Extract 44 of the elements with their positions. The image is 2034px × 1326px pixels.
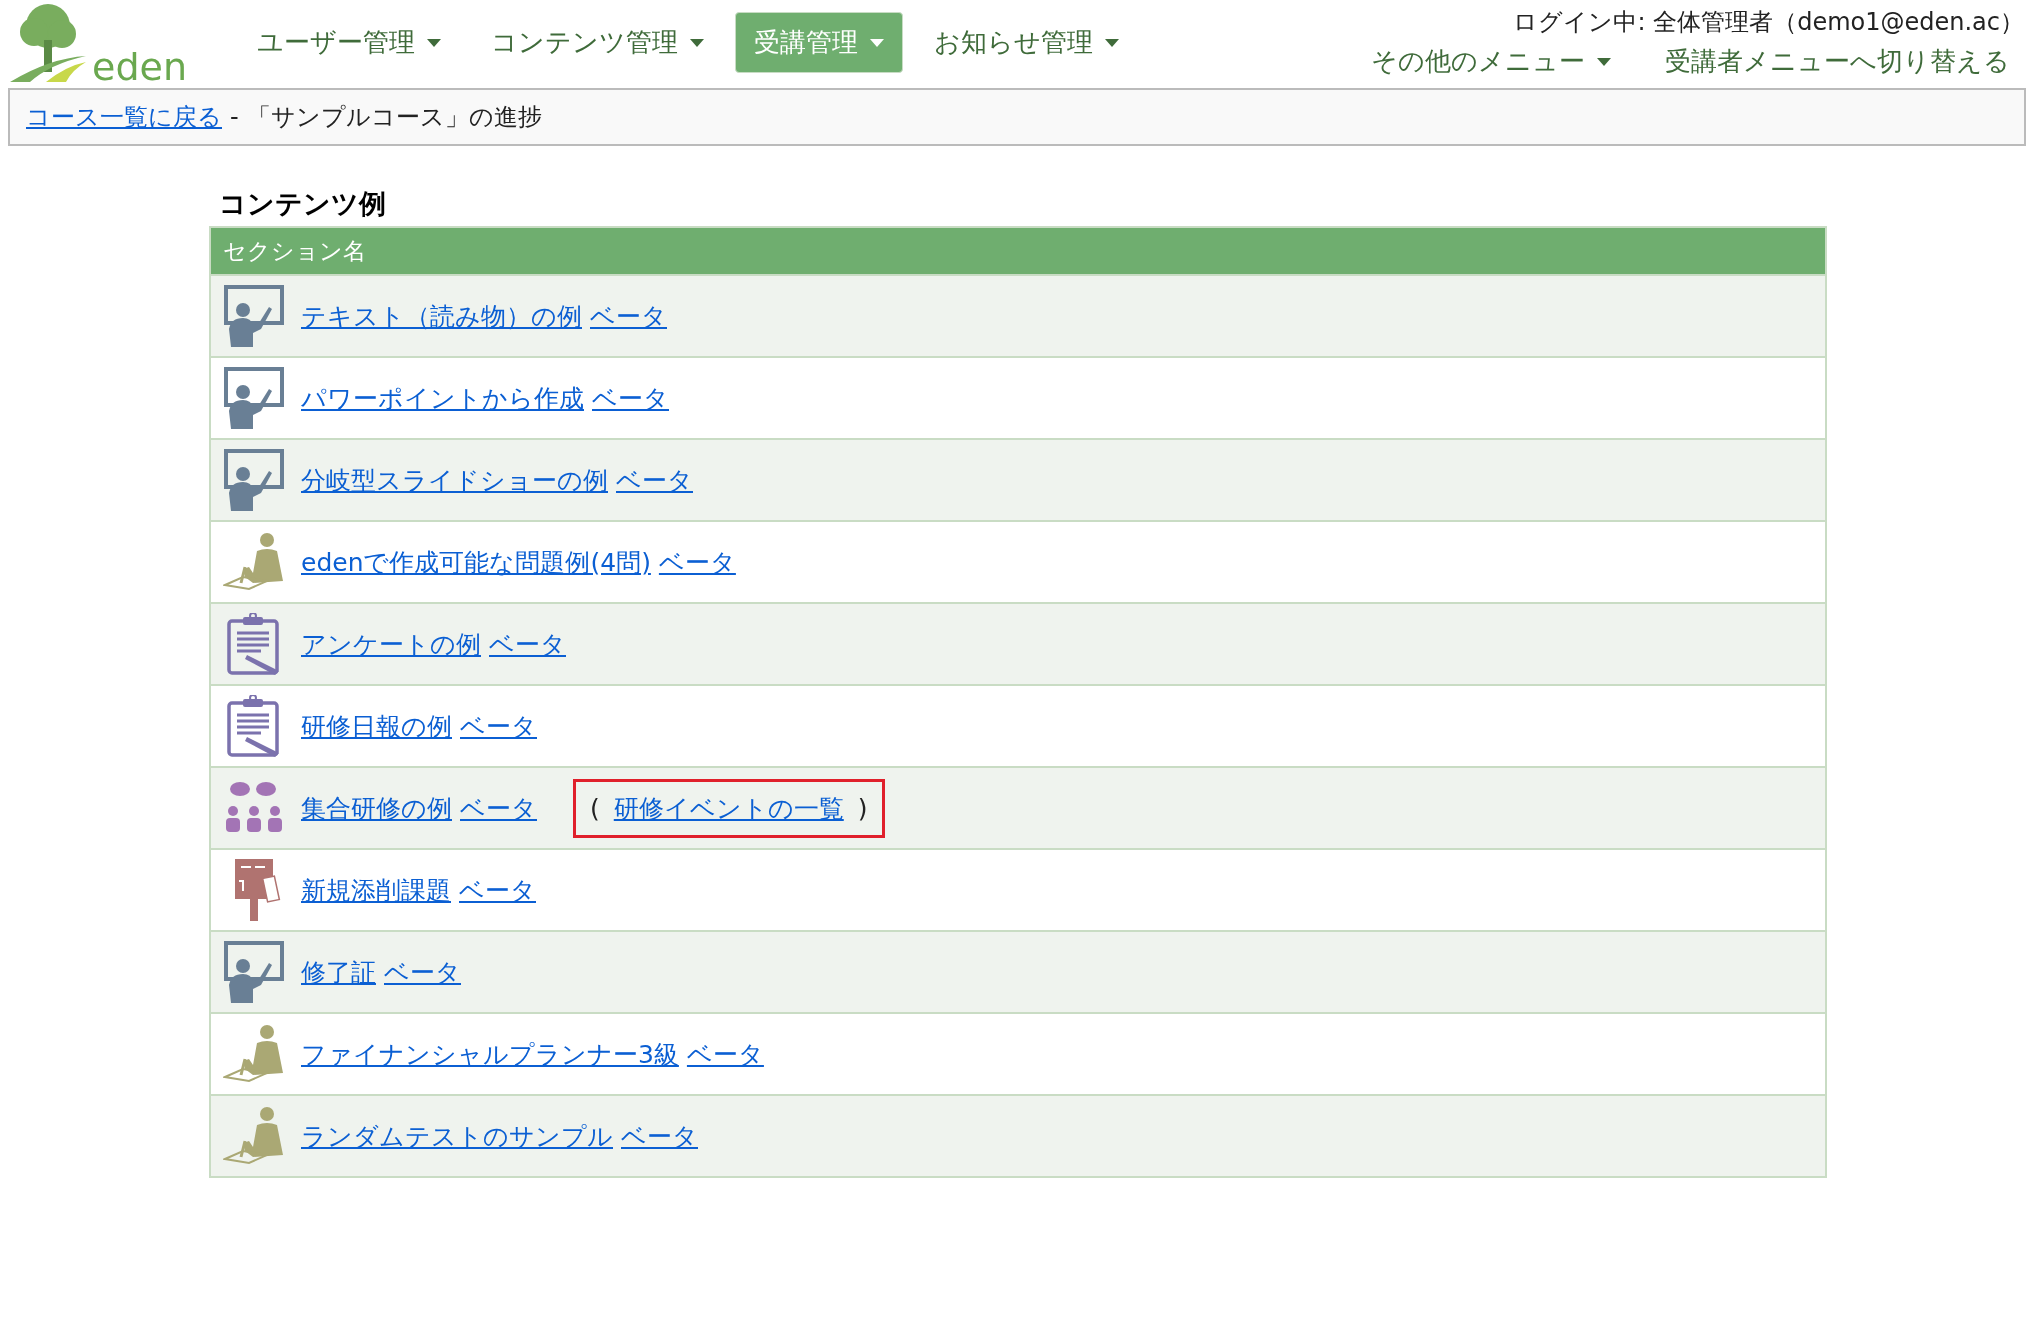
beta-link[interactable]: ベータ bbox=[621, 1119, 698, 1153]
beta-link[interactable]: ベータ bbox=[592, 381, 669, 415]
beta-link[interactable]: ベータ bbox=[590, 299, 667, 333]
beta-link[interactable]: ベータ bbox=[459, 873, 536, 907]
content-link[interactable]: パワーポイントから作成 bbox=[301, 381, 584, 415]
nav-menu-item[interactable]: コンテンツ管理 bbox=[472, 12, 723, 73]
eden-logo: eden bbox=[10, 2, 210, 86]
content-link[interactable]: edenで作成可能な問題例(4問) bbox=[301, 545, 651, 579]
parenthesis: ( bbox=[590, 793, 600, 823]
section-title: コンテンツ例 bbox=[219, 187, 387, 221]
beta-link[interactable]: ベータ bbox=[489, 627, 566, 661]
header-menu-link[interactable]: その他のメニュー bbox=[1371, 44, 1625, 79]
beta-link[interactable]: ベータ bbox=[658, 545, 736, 579]
beta-link[interactable]: ベータ bbox=[616, 463, 693, 497]
content-link[interactable]: テキスト（読み物）の例 bbox=[301, 299, 582, 333]
back-to-courses-link[interactable]: コース一覧に戻る bbox=[26, 101, 222, 133]
content-link[interactable]: 分岐型スライドショーの例 bbox=[301, 463, 608, 497]
beta-link[interactable]: ベータ bbox=[460, 791, 537, 825]
person-writing-icon bbox=[223, 1105, 285, 1167]
header-menu-link[interactable]: 受講者メニューへ切り替える bbox=[1665, 44, 2024, 79]
nav-menu-item[interactable]: ユーザー管理 bbox=[238, 12, 460, 73]
column-header: セクション名 bbox=[210, 227, 1826, 275]
person-writing-icon bbox=[223, 531, 285, 593]
beta-link[interactable]: ベータ bbox=[686, 1037, 764, 1071]
teacher-board-icon bbox=[223, 367, 285, 429]
content-link[interactable]: 研修日報の例 bbox=[301, 709, 452, 743]
event-list-link[interactable]: 研修イベントの一覧 bbox=[613, 791, 844, 825]
teacher-board-icon bbox=[223, 285, 285, 347]
content-link[interactable]: ランダムテストのサンプル bbox=[301, 1119, 613, 1153]
login-status: ログイン中: 全体管理者（demo1@eden.ac） bbox=[1513, 7, 2024, 38]
content-link[interactable]: アンケートの例 bbox=[301, 627, 481, 661]
content-link[interactable]: 修了証 bbox=[301, 955, 376, 989]
person-writing-icon bbox=[223, 1023, 285, 1085]
beta-link[interactable]: ベータ bbox=[384, 955, 461, 989]
breadcrumb-separator: - bbox=[230, 103, 239, 131]
content-link[interactable]: ファイナンシャルプランナー3級 bbox=[301, 1037, 679, 1071]
teacher-board-icon bbox=[223, 449, 285, 511]
parenthesis: ) bbox=[857, 793, 868, 823]
content-link[interactable]: 集合研修の例 bbox=[301, 791, 452, 825]
breadcrumb-current: 「サンプルコース」の進捗 bbox=[246, 102, 542, 133]
beta-link[interactable]: ベータ bbox=[460, 709, 537, 743]
content-link[interactable]: 新規添削課題 bbox=[301, 873, 451, 907]
teacher-board-icon bbox=[223, 941, 285, 1003]
nav-menu-item[interactable]: お知らせ管理 bbox=[915, 12, 1138, 73]
